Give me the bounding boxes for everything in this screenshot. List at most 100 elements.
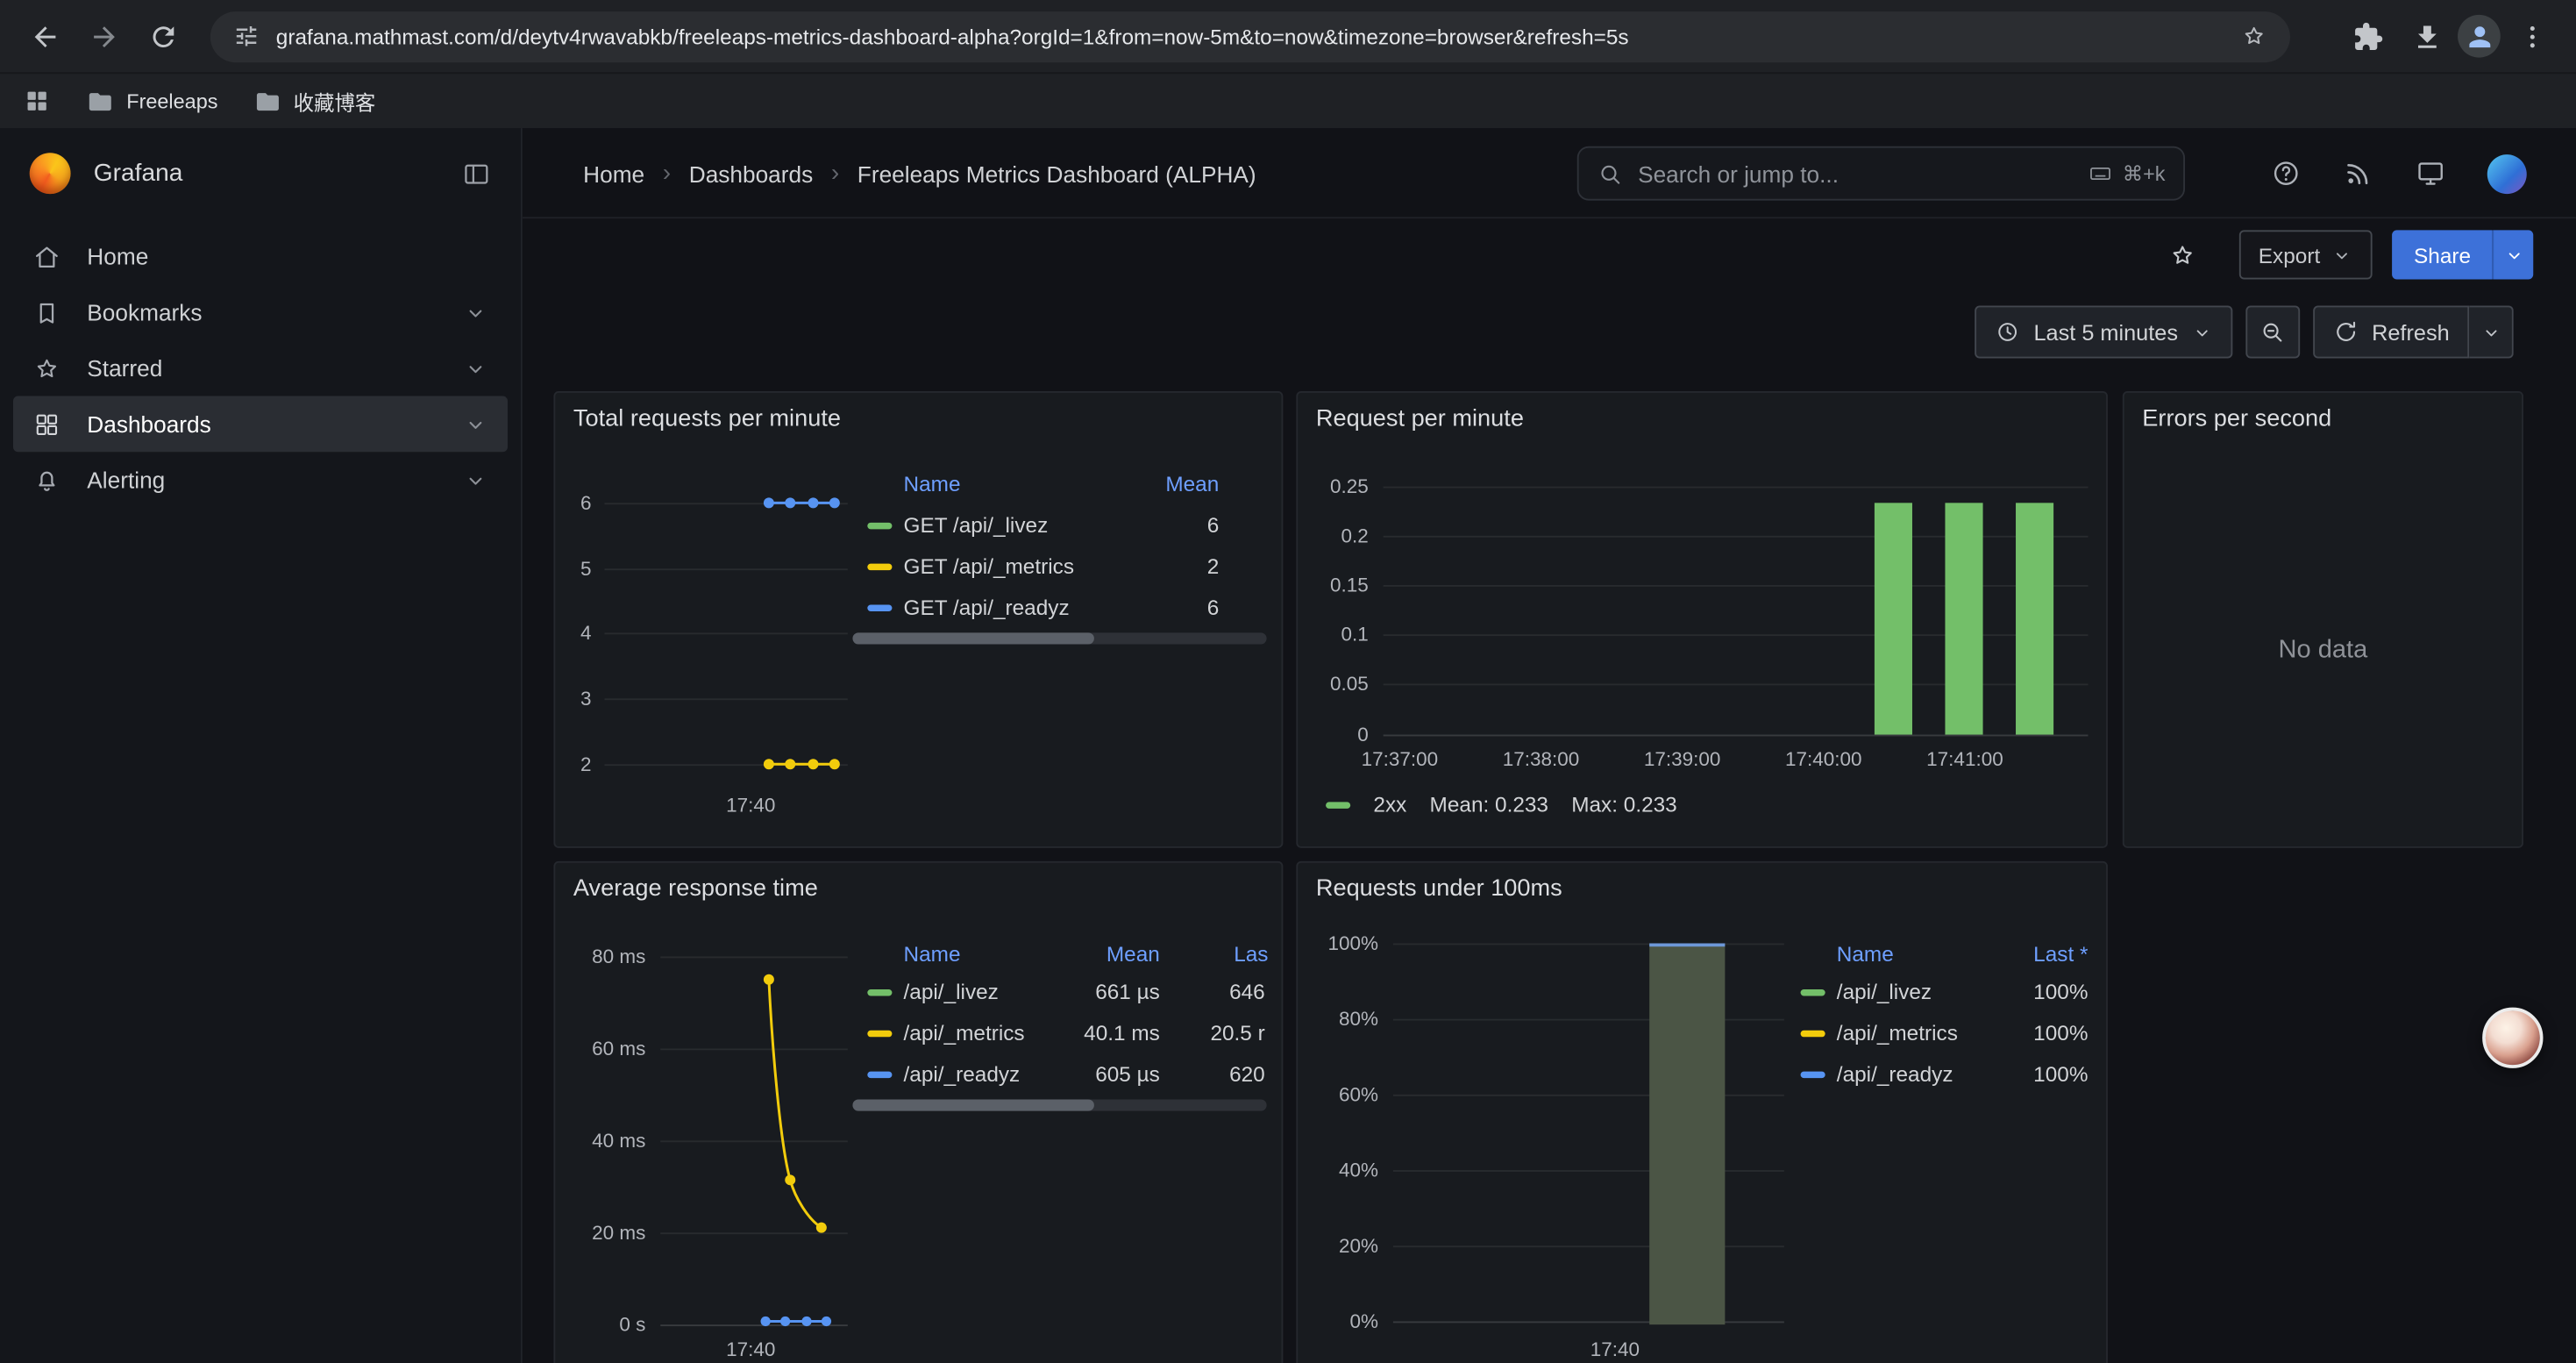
series-last-value: 100% xyxy=(2033,1061,2088,1086)
panel-title[interactable]: Errors per second xyxy=(2142,406,2331,432)
url-input[interactable] xyxy=(276,24,2224,48)
favorite-star-button[interactable] xyxy=(2168,240,2196,268)
series-label[interactable]: /api/_metrics xyxy=(1837,1021,1958,1045)
y-tick: 20 ms xyxy=(555,1221,645,1244)
y-tick: 80 ms xyxy=(555,945,645,967)
series-label[interactable]: /api/_metrics xyxy=(904,1021,1025,1045)
back-button[interactable] xyxy=(17,8,73,64)
search-box[interactable]: ⌘+k xyxy=(1577,146,2185,201)
zoom-out-icon xyxy=(2259,318,2286,345)
export-label: Export xyxy=(2259,242,2320,267)
legend-scrollbar[interactable] xyxy=(852,1100,1266,1111)
zoom-out-button[interactable] xyxy=(2245,306,2300,359)
series-label[interactable]: /api/_livez xyxy=(904,980,999,1004)
share-button[interactable]: Share xyxy=(2393,230,2493,279)
screen: Freeleaps 收藏博客 Grafana Home Bookmar xyxy=(0,0,2576,1363)
sidebar-item-dashboards[interactable]: Dashboards xyxy=(13,396,508,453)
browser-profile-button[interactable] xyxy=(2458,15,2501,58)
series-label[interactable]: 2xx xyxy=(1373,792,1406,817)
legend-row: GET /api/_metrics 2 xyxy=(852,551,1268,583)
sidebar-item-alerting[interactable]: Alerting xyxy=(13,452,508,508)
user-avatar[interactable] xyxy=(2487,153,2527,193)
legend-scrollbar[interactable] xyxy=(852,632,1266,644)
chevron-down-icon[interactable] xyxy=(463,467,487,492)
sidebar-item-starred[interactable]: Starred xyxy=(13,340,508,396)
legend-scrollbar-thumb[interactable] xyxy=(852,632,1093,644)
refresh-label: Refresh xyxy=(2372,319,2450,344)
series-mean: Mean: 0.233 xyxy=(1430,792,1548,817)
panel-title[interactable]: Average response time xyxy=(573,876,818,903)
legend-col-name[interactable]: Name xyxy=(1837,942,1894,967)
bookmark-folder-freeleaps[interactable]: Freeleaps xyxy=(87,88,217,114)
time-range-picker[interactable]: Last 5 minutes xyxy=(1975,306,2232,359)
legend-col-mean[interactable]: Mean xyxy=(1165,472,1219,496)
y-tick: 3 xyxy=(555,687,591,710)
back-arrow-icon xyxy=(29,20,60,52)
y-tick: 6 xyxy=(555,491,591,514)
legend-col-last[interactable]: Las xyxy=(1234,942,1268,967)
sidebar-item-bookmarks[interactable]: Bookmarks xyxy=(13,284,508,340)
series-label[interactable]: GET /api/_readyz xyxy=(904,595,1070,619)
sidebar-toggle-button[interactable] xyxy=(462,159,492,189)
bar-2xx xyxy=(1875,503,1912,734)
legend-row: /api/_readyz 605 µs 620 xyxy=(852,1059,1268,1091)
legend-scrollbar-thumb[interactable] xyxy=(852,1100,1093,1111)
news-rss-icon[interactable] xyxy=(2343,158,2374,189)
browser-menu-button[interactable] xyxy=(2504,8,2560,64)
refresh-button-group: Refresh xyxy=(2313,306,2514,359)
share-dropdown-button[interactable] xyxy=(2492,230,2533,279)
legend-col-last[interactable]: Last * xyxy=(2033,942,2088,967)
chevron-down-icon[interactable] xyxy=(463,411,487,436)
panel-title[interactable]: Total requests per minute xyxy=(573,406,841,432)
reload-button[interactable] xyxy=(135,8,191,64)
legend-row: /api/_livez 100% xyxy=(1801,976,2089,1009)
legend-col-name[interactable]: Name xyxy=(904,472,961,496)
y-tick: 60 ms xyxy=(555,1037,645,1060)
dashboards-grid-icon xyxy=(32,410,60,438)
extensions-button[interactable] xyxy=(2339,8,2395,64)
bookmark-label: Freeleaps xyxy=(126,89,217,112)
y-tick: 4 xyxy=(555,621,591,644)
downloads-button[interactable] xyxy=(2399,8,2455,64)
bookmark-star-icon[interactable] xyxy=(2241,23,2267,49)
legend-col-name[interactable]: Name xyxy=(904,942,961,967)
apps-grid-icon[interactable] xyxy=(23,87,51,115)
search-icon xyxy=(1597,161,1623,187)
y-tick: 0.05 xyxy=(1298,672,1369,695)
refresh-interval-dropdown[interactable] xyxy=(2469,306,2514,359)
panel-title[interactable]: Requests under 100ms xyxy=(1316,876,1562,903)
panel-title[interactable]: Request per minute xyxy=(1316,406,1524,432)
bookmark-folder-blogs[interactable]: 收藏博客 xyxy=(254,85,376,117)
grafana-logo-icon[interactable] xyxy=(30,153,71,194)
series-label[interactable]: /api/_readyz xyxy=(904,1061,1021,1086)
series-label[interactable]: /api/_livez xyxy=(1837,980,1932,1004)
chevron-down-icon[interactable] xyxy=(463,356,487,381)
floating-assistant-avatar[interactable] xyxy=(2482,1008,2543,1068)
gridline xyxy=(1384,487,2089,489)
legend-table: Name Mean Las /api/_livez 661 µs 646 /ap… xyxy=(852,940,1268,1124)
folder-icon xyxy=(254,88,281,114)
chevron-down-icon[interactable] xyxy=(463,300,487,325)
header-icons xyxy=(2270,128,2526,218)
series-label[interactable]: GET /api/_livez xyxy=(904,513,1049,538)
sidebar-item-label: Alerting xyxy=(87,467,165,493)
breadcrumb-dashboards[interactable]: Dashboards xyxy=(689,161,813,187)
breadcrumb-home[interactable]: Home xyxy=(583,161,644,187)
address-bar[interactable] xyxy=(210,11,2290,61)
search-shortcut: ⌘+k xyxy=(2088,161,2165,186)
chevron-down-icon xyxy=(2480,321,2501,342)
page-header: Home › Dashboards › Freeleaps Metrics Da… xyxy=(523,128,2576,218)
refresh-button[interactable]: Refresh xyxy=(2313,306,2470,359)
forward-button[interactable] xyxy=(75,8,132,64)
search-input[interactable] xyxy=(1638,161,2073,187)
axis-line xyxy=(1384,735,2089,737)
time-range-label: Last 5 minutes xyxy=(2033,319,2178,344)
help-icon[interactable] xyxy=(2270,158,2302,189)
sidebar-item-home[interactable]: Home xyxy=(13,228,508,284)
series-label[interactable]: /api/_readyz xyxy=(1837,1061,1953,1086)
legend-col-mean[interactable]: Mean xyxy=(1107,942,1160,967)
screencast-monitor-icon[interactable] xyxy=(2415,158,2446,189)
site-settings-icon[interactable] xyxy=(233,23,260,49)
export-button[interactable]: Export xyxy=(2238,230,2373,279)
series-label[interactable]: GET /api/_metrics xyxy=(904,553,1074,578)
